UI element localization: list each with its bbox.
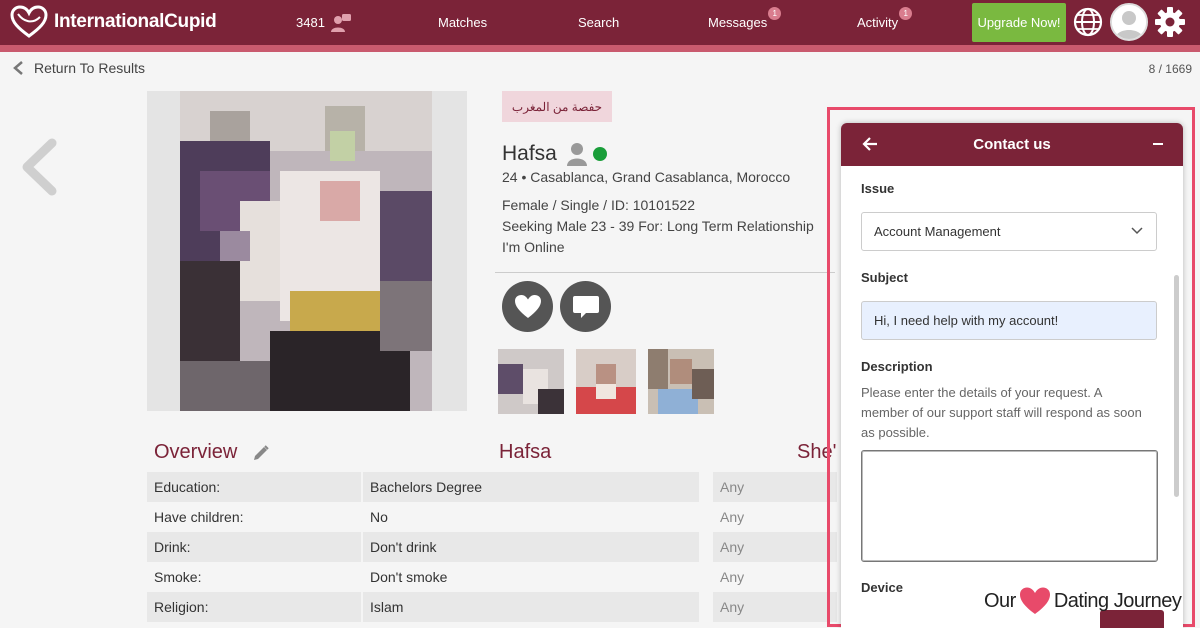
interest-counter[interactable]: 3481 bbox=[296, 12, 351, 32]
nav-matches-label: Matches bbox=[438, 15, 488, 30]
like-button[interactable] bbox=[502, 281, 553, 332]
device-label: Device bbox=[861, 580, 903, 595]
upgrade-button[interactable]: Upgrade Now! bbox=[972, 3, 1066, 42]
profile-photo[interactable] bbox=[180, 91, 432, 411]
pixelated-thumbnail-image bbox=[648, 349, 714, 414]
profile-details: Female / Single / ID: 10101522 bbox=[502, 197, 696, 213]
chevron-left-icon bbox=[13, 61, 23, 75]
photo-thumbnail-1[interactable] bbox=[498, 349, 564, 414]
return-to-results-label: Return To Results bbox=[34, 60, 146, 76]
watermark-text-left: Our bbox=[984, 589, 1016, 612]
profile-photo-frame bbox=[147, 91, 467, 411]
globe-icon[interactable] bbox=[1072, 6, 1104, 38]
pixelated-photo-image bbox=[180, 91, 432, 411]
overview-row: Have children: No Any bbox=[147, 502, 837, 532]
profile-seeking: Seeking Male 23 - 39 For: Long Term Rela… bbox=[502, 218, 814, 234]
nav-messages-label: Messages bbox=[708, 15, 768, 30]
interest-count: 3481 bbox=[296, 14, 325, 30]
return-to-results-link[interactable]: Return To Results bbox=[12, 60, 145, 76]
issue-label: Issue bbox=[861, 181, 895, 196]
issue-selected-value: Account Management bbox=[874, 224, 1001, 239]
avatar-placeholder-icon bbox=[1112, 5, 1146, 39]
overview-value: Don't drink bbox=[363, 532, 699, 562]
description-help-text: Please enter the details of your request… bbox=[861, 385, 1142, 440]
overview-value: Don't smoke bbox=[370, 569, 448, 585]
pixelated-thumbnail-image bbox=[576, 349, 636, 414]
overview-seeking-value: Any bbox=[713, 532, 837, 562]
watermark-logo: Our Dating Journey bbox=[984, 586, 1182, 616]
overview-seeking-value: Any bbox=[720, 569, 745, 585]
messages-badge: 1 bbox=[768, 7, 782, 20]
watermark-text-right: Dating Journey bbox=[1053, 589, 1182, 612]
chat-bubble-icon bbox=[572, 295, 599, 318]
result-position: 8 / 1669 bbox=[1148, 62, 1192, 76]
subject-input[interactable] bbox=[861, 301, 1157, 340]
overview-value: Islam bbox=[363, 592, 699, 622]
nav-activity[interactable]: Activity 1 bbox=[857, 7, 913, 30]
edit-pencil-icon[interactable] bbox=[252, 444, 270, 462]
overview-seeking-value: Any bbox=[720, 509, 745, 525]
overview-value: Bachelors Degree bbox=[363, 472, 699, 502]
overview-label: Have children: bbox=[154, 509, 244, 525]
person-verified-icon bbox=[566, 143, 587, 166]
overview-label: Smoke: bbox=[154, 569, 202, 585]
overview-value: No bbox=[370, 509, 388, 525]
nav-accent-stripe bbox=[0, 45, 1200, 52]
gear-icon[interactable] bbox=[1154, 6, 1186, 38]
overview-row: Religion: Islam Any bbox=[147, 592, 837, 622]
overview-column-profile: Hafsa bbox=[499, 441, 552, 463]
overview-label: Religion: bbox=[147, 592, 361, 622]
overview-seeking-value: Any bbox=[713, 592, 837, 622]
description-label: Description bbox=[861, 359, 933, 374]
overview-row: Smoke: Don't smoke Any bbox=[147, 562, 837, 592]
message-button[interactable] bbox=[560, 281, 611, 332]
issue-select[interactable]: Account Management bbox=[861, 212, 1157, 251]
previous-profile-chevron-icon[interactable] bbox=[18, 138, 60, 196]
contact-us-panel: Contact us Issue Account Management Subj… bbox=[841, 123, 1183, 628]
panel-scrollbar[interactable] bbox=[1174, 275, 1179, 497]
overview-label: Drink: bbox=[147, 532, 361, 562]
profile-name-row: Hafsa bbox=[502, 141, 607, 167]
profile-tagline: حفصة من المغرب bbox=[502, 91, 612, 122]
brand-name: InternationalCupid bbox=[54, 11, 217, 32]
contact-panel-header: Contact us bbox=[841, 123, 1183, 166]
chevron-down-icon bbox=[1131, 227, 1143, 235]
overview-row: Drink: Don't drink Any bbox=[147, 532, 837, 562]
overview-heading: Overview bbox=[154, 441, 238, 463]
overview-row: Education: Bachelors Degree Any bbox=[147, 472, 837, 502]
nav-matches[interactable]: Matches bbox=[438, 15, 487, 30]
top-nav-bar: InternationalCupid 3481 Matches Search M… bbox=[0, 0, 1200, 45]
nav-search-label: Search bbox=[578, 15, 620, 30]
photo-thumbnail-2[interactable] bbox=[576, 349, 636, 414]
nav-activity-label: Activity bbox=[857, 15, 899, 30]
profile-name: Hafsa bbox=[502, 142, 557, 165]
people-icon bbox=[330, 14, 351, 32]
heart-logo-icon bbox=[10, 5, 48, 38]
overview-label: Education: bbox=[147, 472, 361, 502]
user-avatar[interactable] bbox=[1110, 3, 1148, 41]
online-status-dot bbox=[592, 147, 607, 161]
overview-seeking-value: Any bbox=[713, 472, 837, 502]
photo-thumbnail-3[interactable] bbox=[648, 349, 714, 414]
profile-divider bbox=[495, 272, 835, 273]
description-textarea[interactable] bbox=[861, 450, 1158, 562]
contact-panel-title: Contact us bbox=[973, 136, 1051, 153]
activity-badge: 1 bbox=[899, 7, 913, 20]
profile-location: 24 • Casablanca, Grand Casablanca, Moroc… bbox=[502, 169, 791, 185]
heart-icon bbox=[514, 294, 541, 318]
profile-status: I'm Online bbox=[502, 239, 565, 255]
pixelated-thumbnail-image bbox=[498, 349, 564, 414]
nav-search[interactable]: Search bbox=[578, 15, 619, 30]
minimize-icon[interactable] bbox=[1151, 133, 1165, 155]
subject-label: Subject bbox=[861, 270, 908, 285]
brand-logo[interactable]: InternationalCupid bbox=[10, 5, 217, 39]
heart-icon bbox=[1019, 587, 1050, 614]
nav-messages[interactable]: Messages 1 bbox=[708, 7, 782, 30]
